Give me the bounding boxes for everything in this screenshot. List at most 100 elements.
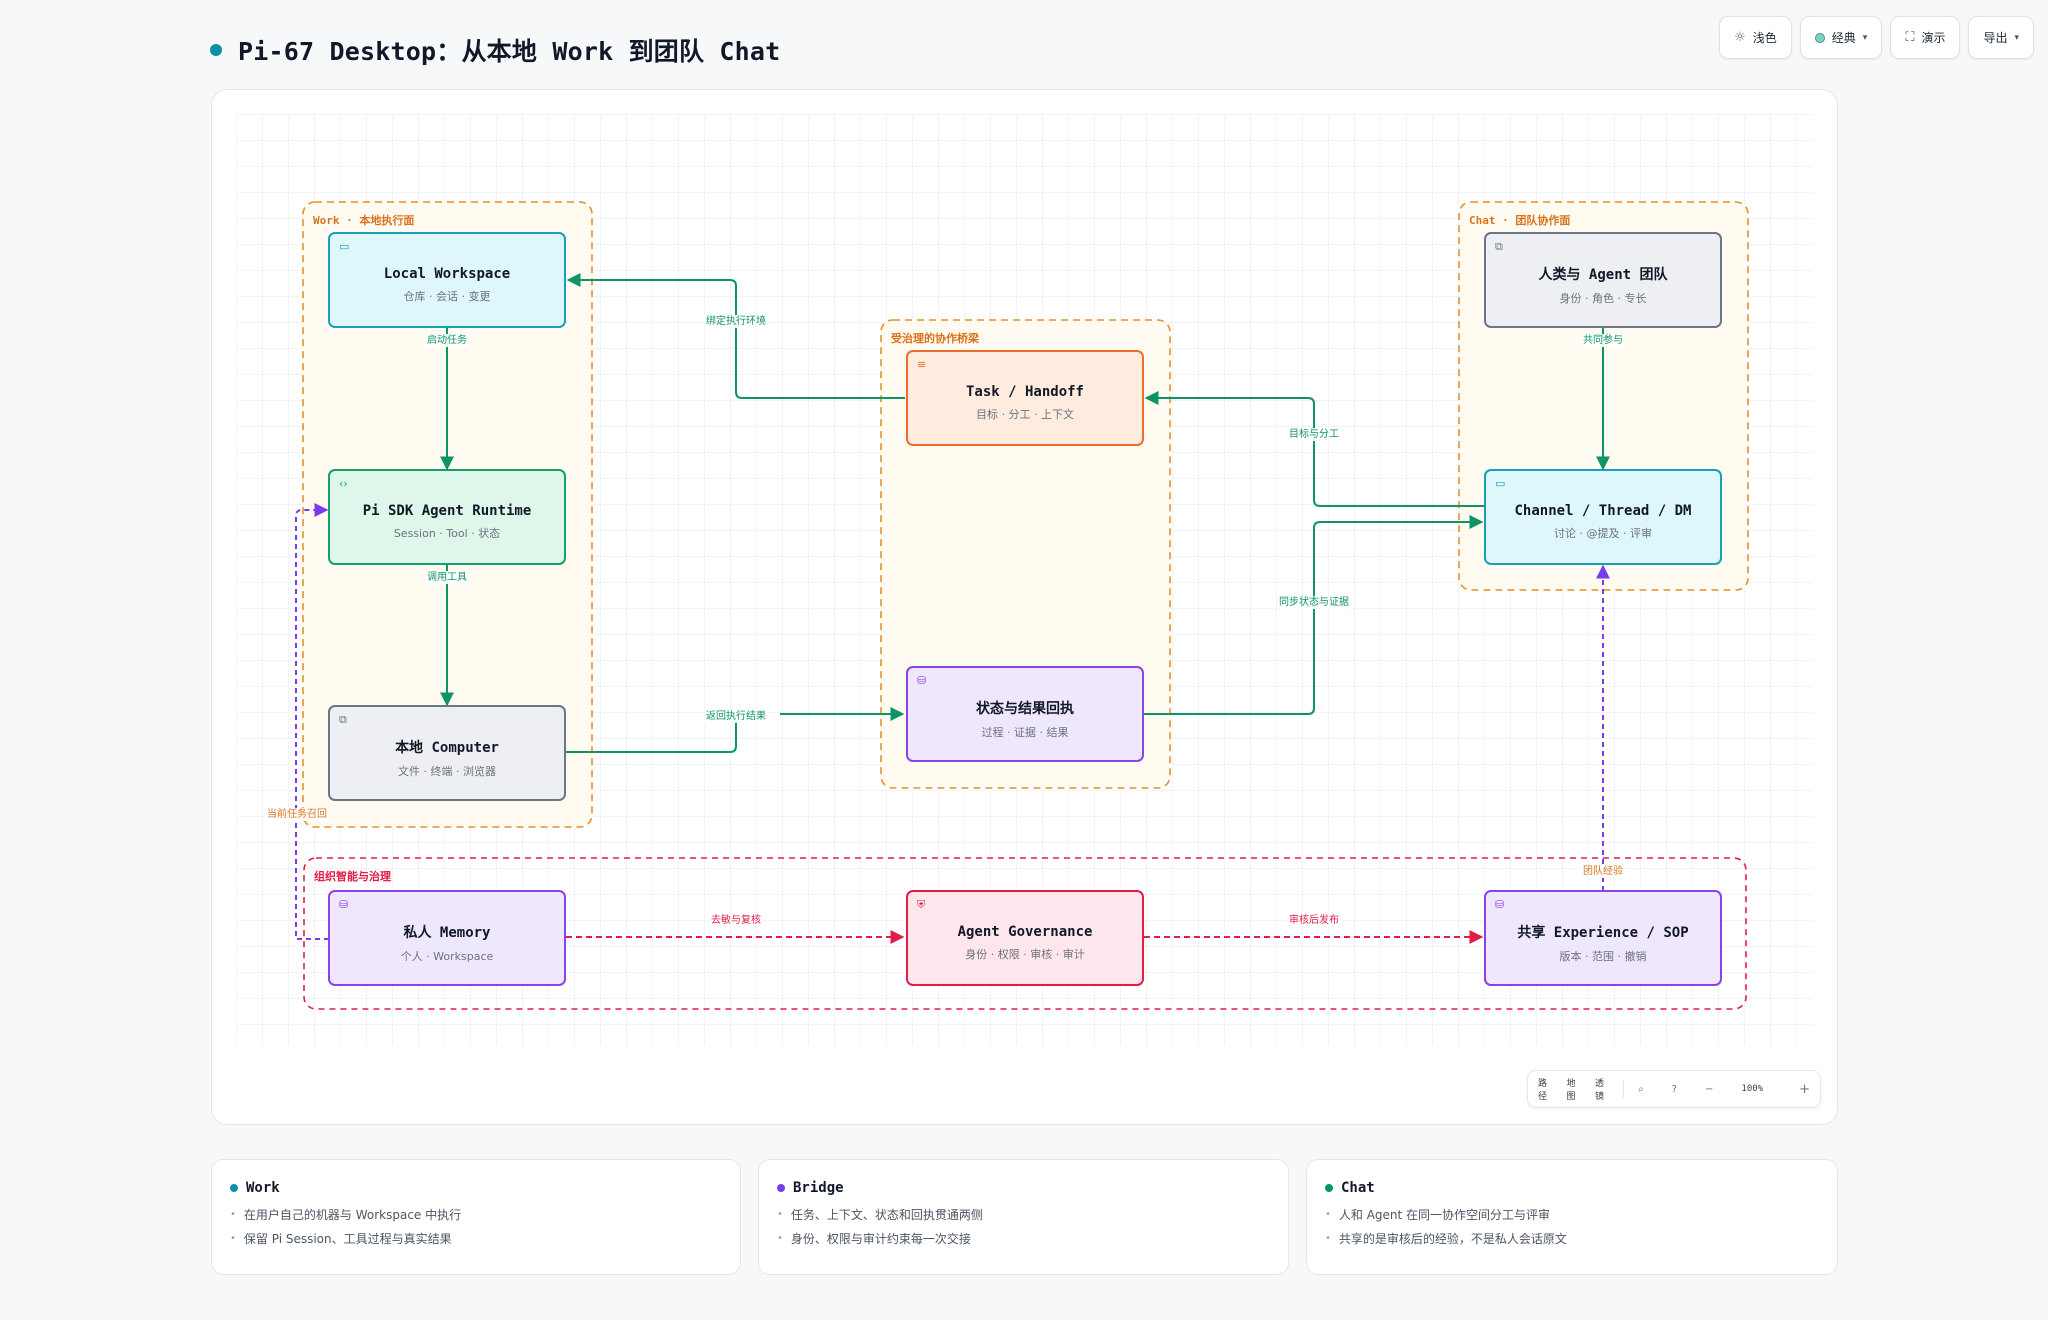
group-label-bridge: 受治理的协作桥梁 xyxy=(891,332,979,345)
edge-label-call-tool: 调用工具 xyxy=(425,571,469,584)
database-icon: ⛁ xyxy=(1495,898,1505,911)
node-experience[interactable]: ⛁ 共享 Experience / SOP 版本 · 范围 · 撤销 xyxy=(1484,890,1722,986)
legend-card-chat: Chat 人和 Agent 在同一协作空间分工与评审 共享的是审核后的经验，不是… xyxy=(1306,1159,1838,1275)
edge-bind-env xyxy=(566,273,905,399)
present-label: 演示 xyxy=(1921,31,1946,45)
style-swatch-icon xyxy=(1814,32,1825,43)
export-dropdown[interactable]: 导出 ▾ xyxy=(1968,16,2034,59)
node-task-handoff[interactable]: ≡ Task / Handoff 目标 · 分工 · 上下文 xyxy=(906,350,1144,446)
node-governance[interactable]: ⛨ Agent Governance 身份 · 权限 · 审核 · 审计 xyxy=(906,890,1144,986)
style-dropdown[interactable]: 经典 ▾ xyxy=(1799,16,1883,59)
node-local-workspace[interactable]: ▭ Local Workspace 仓库 · 会话 · 变更 xyxy=(328,232,566,328)
present-button[interactable]: ⛶ 演示 xyxy=(1890,16,1961,59)
diagram-canvas[interactable]: Work · 本地执行面 受治理的协作桥梁 Chat · 团队协作面 组织智能与… xyxy=(211,89,1838,1125)
edge-label-sync-status: 同步状态与证据 xyxy=(1277,596,1351,609)
card-title: Work xyxy=(230,1180,722,1196)
theme-button[interactable]: ☼ 浅色 xyxy=(1719,16,1792,59)
zoom-level: 100% xyxy=(1741,1084,1764,1094)
map-toggle[interactable]: 地图 xyxy=(1566,1076,1578,1102)
node-team[interactable]: ⧉ 人类与 Agent 团队 身份 · 角色 · 专长 xyxy=(1484,232,1722,328)
node-subtitle: 版本 · 范围 · 撤销 xyxy=(1559,950,1647,963)
edge-sync-status xyxy=(1144,515,1484,715)
node-channel[interactable]: ▭ Channel / Thread / DM 讨论 · @提及 · 评审 xyxy=(1484,469,1722,565)
card-title-text: Chat xyxy=(1341,1180,1375,1196)
node-subtitle: 讨论 · @提及 · 评审 xyxy=(1554,527,1652,540)
edge-label-team-experience: 团队经验 xyxy=(1581,865,1625,878)
card-line: 在用户自己的机器与 Workspace 中执行 xyxy=(230,1206,722,1223)
node-title: 共享 Experience / SOP xyxy=(1517,925,1689,941)
legend-card-work: Work 在用户自己的机器与 Workspace 中执行 保留 Pi Sessi… xyxy=(211,1159,741,1275)
zoom-in-button[interactable]: + xyxy=(1799,1082,1810,1097)
node-subtitle: 仓库 · 会话 · 变更 xyxy=(403,290,491,303)
chevron-down-icon: ▾ xyxy=(1862,32,1868,43)
card-dot xyxy=(230,1184,238,1192)
card-title: Chat xyxy=(1325,1180,1819,1196)
node-subtitle: 身份 · 权限 · 审核 · 审计 xyxy=(965,948,1085,961)
node-memory[interactable]: ⛁ 私人 Memory 个人 · Workspace xyxy=(328,890,566,986)
node-title: Agent Governance xyxy=(957,924,1093,940)
chevron-down-icon: ▾ xyxy=(2014,32,2019,43)
node-title: 私人 Memory xyxy=(403,925,491,941)
node-subtitle: 身份 · 角色 · 专长 xyxy=(1559,292,1647,305)
edge-label-co-participate: 共同参与 xyxy=(1581,334,1625,347)
database-icon: ⛁ xyxy=(339,898,349,911)
card-line: 人和 Agent 在同一协作空间分工与评审 xyxy=(1325,1206,1819,1223)
zoom-out-button[interactable]: − xyxy=(1705,1084,1713,1095)
edge-label-recall: 当前任务召回 xyxy=(265,808,329,821)
node-status-receipt[interactable]: ⛁ 状态与结果回执 过程 · 证据 · 结果 xyxy=(906,666,1144,762)
external-link-icon: ⧉ xyxy=(339,713,347,726)
node-subtitle: Session · Tool · 状态 xyxy=(393,527,501,540)
list-icon: ≡ xyxy=(917,358,927,371)
card-line: 共享的是审核后的经验，不是私人会话原文 xyxy=(1325,1230,1819,1247)
lens-toggle[interactable]: 透镜 xyxy=(1595,1076,1607,1102)
page-header: Pi-67 Desktop：从本地 Work 到团队 Chat xyxy=(210,30,780,70)
window-icon: ▭ xyxy=(1495,477,1506,490)
node-title: 人类与 Agent 团队 xyxy=(1538,267,1668,283)
group-label-work: Work · 本地执行面 xyxy=(313,214,415,227)
toolbar: ☼ 浅色 经典 ▾ ⛶ 演示 导出 ▾ xyxy=(1719,16,2034,59)
card-dot xyxy=(777,1184,785,1192)
node-subtitle: 目标 · 分工 · 上下文 xyxy=(976,408,1074,421)
code-icon: ‹› xyxy=(339,477,348,490)
edge-label-return-result: 返回执行结果 xyxy=(704,710,768,723)
edge-label-start-task: 启动任务 xyxy=(425,334,469,347)
export-label: 导出 xyxy=(1983,31,2008,45)
external-link-icon: ⧉ xyxy=(1495,240,1503,253)
node-title: Pi SDK Agent Runtime xyxy=(362,503,532,519)
card-line: 身份、权限与审计约束每一次交接 xyxy=(777,1230,1270,1247)
group-label-chat: Chat · 团队协作面 xyxy=(1469,214,1571,227)
database-icon: ⛁ xyxy=(917,674,927,687)
card-dot xyxy=(1325,1184,1333,1192)
edge-label-publish: 审核后发布 xyxy=(1287,914,1341,927)
node-title: Channel / Thread / DM xyxy=(1514,503,1692,519)
group-label-org: 组织智能与治理 xyxy=(314,870,391,883)
node-title: Local Workspace xyxy=(383,266,511,282)
node-title: 本地 Computer xyxy=(395,740,499,756)
map-controls: 路径 地图 透镜 ⌕ ? − 100% + xyxy=(1527,1070,1821,1108)
node-subtitle: 个人 · Workspace xyxy=(400,950,494,963)
page-title: Pi-67 Desktop：从本地 Work 到团队 Chat xyxy=(238,37,781,66)
edge-label-goal-split: 目标与分工 xyxy=(1287,428,1341,441)
node-title: Task / Handoff xyxy=(965,384,1084,400)
window-icon: ▭ xyxy=(339,240,350,253)
theme-label: 浅色 xyxy=(1752,31,1777,45)
card-title-text: Bridge xyxy=(793,1180,844,1196)
sun-icon: ☼ xyxy=(1734,30,1746,45)
edge-label-desensitize: 去敏与复核 xyxy=(709,914,763,927)
help-icon[interactable]: ? xyxy=(1672,1084,1677,1095)
edge-label-bind-env: 绑定执行环境 xyxy=(704,315,768,328)
legend-card-bridge: Bridge 任务、上下文、状态和回执贯通两侧 身份、权限与审计约束每一次交接 xyxy=(758,1159,1289,1275)
node-agent-runtime[interactable]: ‹› Pi SDK Agent Runtime Session · Tool ·… xyxy=(328,469,566,565)
path-toggle[interactable]: 路径 xyxy=(1538,1076,1550,1102)
node-subtitle: 过程 · 证据 · 结果 xyxy=(981,726,1069,739)
edge-goal-split xyxy=(1144,391,1484,507)
card-title: Bridge xyxy=(777,1180,1270,1196)
style-label: 经典 xyxy=(1831,31,1856,45)
card-title-text: Work xyxy=(246,1180,280,1196)
node-subtitle: 文件 · 终端 · 浏览器 xyxy=(398,765,496,778)
search-icon[interactable]: ⌕ xyxy=(1638,1084,1644,1095)
node-local-computer[interactable]: ⧉ 本地 Computer 文件 · 终端 · 浏览器 xyxy=(328,705,566,801)
card-line: 保留 Pi Session、工具过程与真实结果 xyxy=(230,1230,722,1247)
node-title: 状态与结果回执 xyxy=(976,701,1074,717)
title-dot xyxy=(210,44,222,56)
